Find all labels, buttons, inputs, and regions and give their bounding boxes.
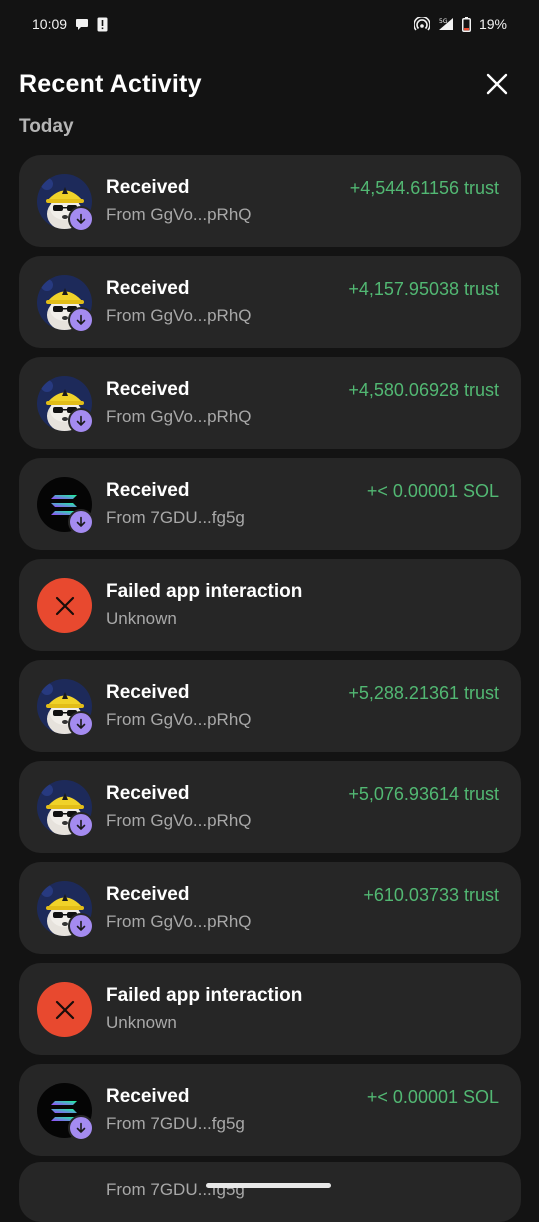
activity-item[interactable]: Failed app interaction Unknown (19, 559, 521, 651)
signal-5g-icon: 5G (438, 17, 454, 31)
dog-token-icon (37, 275, 94, 333)
failed-x-icon (37, 578, 92, 633)
close-button[interactable] (477, 64, 517, 104)
activity-subtitle: From 7GDU...fg5g (106, 1114, 245, 1133)
activity-title: Received (106, 1086, 190, 1107)
activity-title: Received (106, 379, 190, 400)
dog-token-icon (37, 881, 94, 939)
activity-title: Received (106, 278, 190, 299)
activity-title: Received (106, 177, 190, 198)
svg-text:5G: 5G (439, 18, 448, 25)
activity-amount: +< 0.00001 SOL (366, 481, 499, 501)
dog-token-icon (37, 679, 94, 737)
activity-subtitle: From GgVo...pRhQ (106, 306, 252, 325)
activity-item[interactable]: Received From GgVo...pRhQ +4,157.95038 tru… (19, 256, 521, 348)
receive-arrow-icon (68, 307, 94, 333)
activity-item[interactable]: Received From GgVo...pRhQ +4,544.61156 tru… (19, 155, 521, 247)
status-right: 5G 19% (413, 16, 507, 32)
activity-subtitle: From 7GDU...fg5g (106, 508, 245, 527)
header: Recent Activity (19, 62, 519, 106)
activity-amount: +5,076.93614 trust (348, 784, 499, 804)
status-left: 10:09 (32, 16, 108, 32)
activity-item[interactable]: Received From GgVo...pRhQ +610.03733 trust (19, 862, 521, 954)
receive-arrow-icon (68, 913, 94, 939)
activity-amount: +4,580.06928 trust (348, 380, 499, 400)
receive-arrow-icon (68, 206, 94, 232)
failed-x-icon (37, 982, 92, 1037)
activity-list: Received From GgVo...pRhQ +4,544.61156 tru… (19, 155, 521, 1165)
activity-amount: +4,544.61156 trust (349, 178, 499, 198)
activity-subtitle: From GgVo...pRhQ (106, 710, 252, 729)
activity-amount: +4,157.95038 trust (348, 279, 499, 299)
activity-title: Received (106, 884, 190, 905)
activity-subtitle: Unknown (106, 609, 177, 628)
failed-icon (37, 578, 92, 633)
activity-item[interactable]: Received From GgVo...pRhQ +5,288.21361 tru… (19, 660, 521, 752)
dog-token-icon (37, 174, 94, 232)
failed-icon (37, 982, 92, 1037)
receive-arrow-icon (68, 711, 94, 737)
activity-subtitle: From GgVo...pRhQ (106, 205, 252, 224)
solana-token-icon (37, 477, 94, 535)
receive-arrow-icon (68, 509, 94, 535)
receive-arrow-icon (68, 812, 94, 838)
activity-item[interactable]: Received From 7GDU...fg5g +< 0.00001 SOL (19, 458, 521, 550)
battery-icon (461, 16, 471, 32)
activity-title: Received (106, 480, 190, 501)
activity-subtitle: From GgVo...pRhQ (106, 407, 252, 426)
battery-percent: 19% (478, 16, 507, 32)
activity-amount: +5,288.21361 trust (348, 683, 499, 703)
status-time: 10:09 (32, 16, 68, 32)
chat-bubble-icon (75, 18, 89, 31)
close-icon (486, 73, 508, 95)
activity-subtitle: From GgVo...pRhQ (106, 912, 252, 931)
receive-arrow-icon (68, 408, 94, 434)
activity-title: Received (106, 682, 190, 703)
activity-item[interactable]: Received From 7GDU...fg5g +< 0.00001 SOL (19, 1064, 521, 1156)
activity-amount: +610.03733 trust (363, 885, 499, 905)
activity-title: Failed app interaction (106, 581, 303, 602)
activity-title: Failed app interaction (106, 985, 303, 1006)
activity-item[interactable]: Received From GgVo...pRhQ +5,076.93614 tru… (19, 761, 521, 853)
activity-title: Received (106, 783, 190, 804)
home-indicator[interactable] (206, 1183, 331, 1188)
activity-subtitle: From GgVo...pRhQ (106, 811, 252, 830)
dog-token-icon (37, 780, 94, 838)
section-label-today: Today (19, 116, 74, 137)
dog-token-icon (37, 376, 94, 434)
activity-item-partial[interactable]: From 7GDU...fg5g (19, 1162, 521, 1222)
hotspot-icon (413, 17, 430, 31)
receive-arrow-icon (68, 1115, 94, 1141)
activity-amount: +< 0.00001 SOL (366, 1087, 499, 1107)
page-title: Recent Activity (19, 69, 202, 98)
status-bar: 10:09 5G 19% (0, 0, 539, 48)
alert-notification-icon (97, 17, 108, 32)
activity-item[interactable]: Received From GgVo...pRhQ +4,580.06928 tru… (19, 357, 521, 449)
activity-subtitle: Unknown (106, 1013, 177, 1032)
activity-item[interactable]: Failed app interaction Unknown (19, 963, 521, 1055)
solana-token-icon (37, 1083, 94, 1141)
